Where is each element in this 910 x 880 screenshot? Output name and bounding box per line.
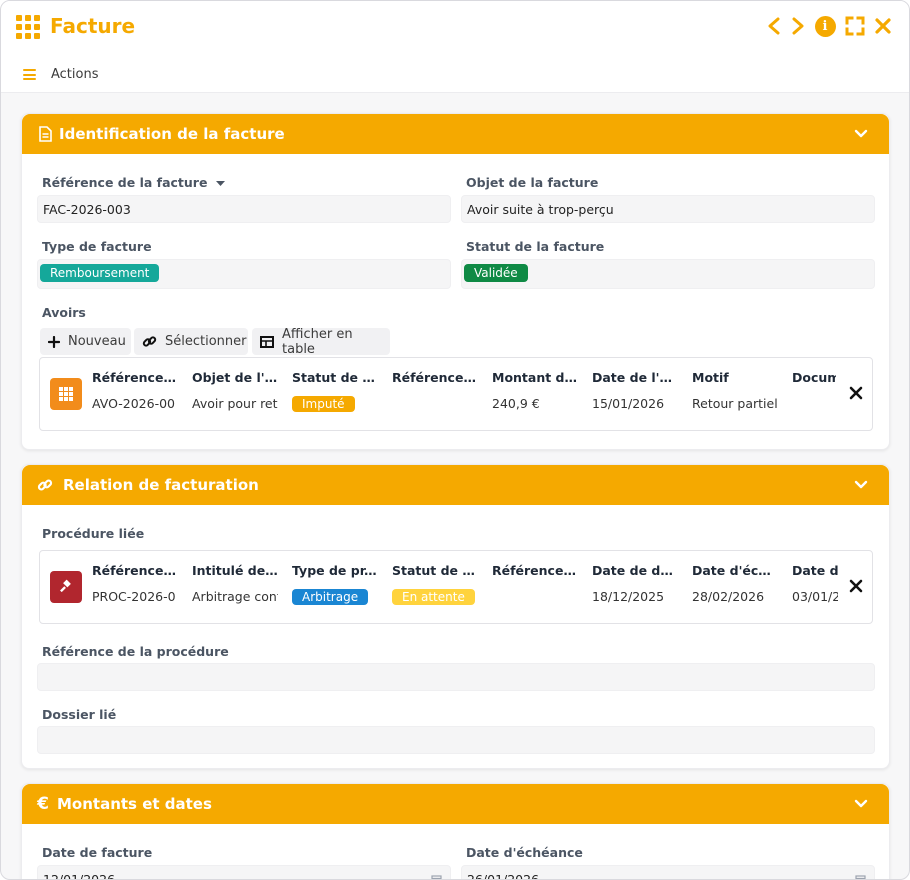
procedure-col-2: Intitulé de ... Arbitrage cont [192,563,278,604]
objet-input[interactable]: Avoir suite à trop-perçu [461,195,875,223]
calendar-icon[interactable] [855,874,866,880]
avoir-col-7: Motif Retour partiel [692,370,778,411]
title-bar: Facture i [1,1,909,53]
chevron-down-icon[interactable] [853,796,869,812]
ref-procedure-label: Référence de la procédure [42,644,229,659]
type-field[interactable]: Remboursement [37,259,451,289]
nouveau-button[interactable]: Nouveau [40,328,131,355]
type-tag: Remboursement [40,264,160,282]
relation-header[interactable]: Relation de facturation [22,465,889,505]
type-label: Type de facture [42,239,152,254]
previous-icon[interactable] [763,15,785,37]
dossier-input[interactable] [37,726,875,754]
avoir-col-8: Docum [792,370,836,385]
avoir-col-1: Référence ... AVO-2026-00 [92,370,178,411]
date-facture-input[interactable]: 12/01/2026 [37,865,451,880]
dossier-label: Dossier lié [42,707,117,722]
selectionner-button[interactable]: Sélectionner [134,328,248,355]
calendar-icon[interactable] [431,874,442,880]
grid-record-icon [50,378,82,410]
avoir-col-2: Objet de l'... Avoir pour retc [192,370,278,411]
action-bar: Actions [1,53,909,93]
date-echeance-label: Date d'échéance [466,845,583,860]
procedure-col-6: Date de dé... 18/12/2025 [592,563,678,604]
procedure-col-7: Date d'éch... 28/02/2026 [692,563,778,604]
close-icon[interactable] [872,15,894,37]
window-title: Facture [50,14,136,38]
plus-icon [48,335,60,348]
euro-icon: € [37,794,49,814]
montants-header[interactable]: € Montants et dates [22,784,889,824]
grid-app-icon [16,15,40,39]
relation-title: Relation de facturation [63,476,259,494]
statut-label: Statut de la facture [466,239,605,254]
avoir-col-3: Statut de l... Imputé [292,370,378,412]
chevron-down-icon[interactable] [853,126,869,142]
date-facture-label: Date de facture [42,845,153,860]
objet-label: Objet de la facture [466,175,599,190]
afficher-table-button[interactable]: Afficher en table [252,327,390,357]
caret-down-icon[interactable] [215,181,225,187]
link-icon [142,336,157,347]
arbitrage-badge: Arbitrage [292,589,369,605]
imputed-badge: Imputé [292,396,355,412]
chevron-down-icon[interactable] [853,477,869,493]
next-icon[interactable] [787,15,809,37]
actions-menu[interactable]: Actions [51,67,99,82]
avoir-col-4: Référence ... [392,370,478,385]
remove-procedure-icon[interactable] [849,579,863,593]
avoir-col-5: Montant d... 240,9 € [492,370,578,411]
table-icon [260,335,274,348]
avoirs-label: Avoirs [42,305,86,320]
identification-header[interactable]: Identification de la facture [22,114,889,154]
gavel-icon [50,571,82,603]
procedure-label: Procédure liée [42,526,145,541]
statut-tag: Validée [464,264,528,282]
invoice-window: Facture i Actions Identification de la f… [0,0,910,880]
info-icon[interactable]: i [814,15,836,37]
montants-title: Montants et dates [57,795,212,813]
procedure-col-8: Date de03/01/2 [792,563,838,604]
procedure-row[interactable]: Référence ... PROC-2026-0 Intitulé de ...… [39,550,873,624]
remove-avoir-icon[interactable] [849,386,863,400]
date-echeance-input[interactable]: 26/01/2026 [461,865,875,880]
statut-field[interactable]: Validée [461,259,875,289]
procedure-col-5: Référence ... [492,563,578,578]
link-icon [36,476,54,494]
menu-icon[interactable] [23,69,36,80]
avoir-row[interactable]: Référence ... AVO-2026-00 Objet de l'... A… [39,357,873,431]
reference-label: Référence de la facture [42,175,225,190]
identification-title: Identification de la facture [59,125,285,143]
avoir-col-6: Date de l'a... 15/01/2026 [592,370,678,411]
procedure-col-3: Type de pr... Arbitrage [292,563,378,605]
reference-input[interactable]: FAC-2026-003 [37,195,451,223]
procedure-col-4: Statut de l... En attente [392,563,478,605]
fullscreen-icon[interactable] [844,15,866,37]
pending-badge: En attente [392,589,475,605]
procedure-col-1: Référence ... PROC-2026-0 [92,563,178,604]
ref-procedure-input[interactable] [37,663,875,691]
document-icon [36,125,54,143]
